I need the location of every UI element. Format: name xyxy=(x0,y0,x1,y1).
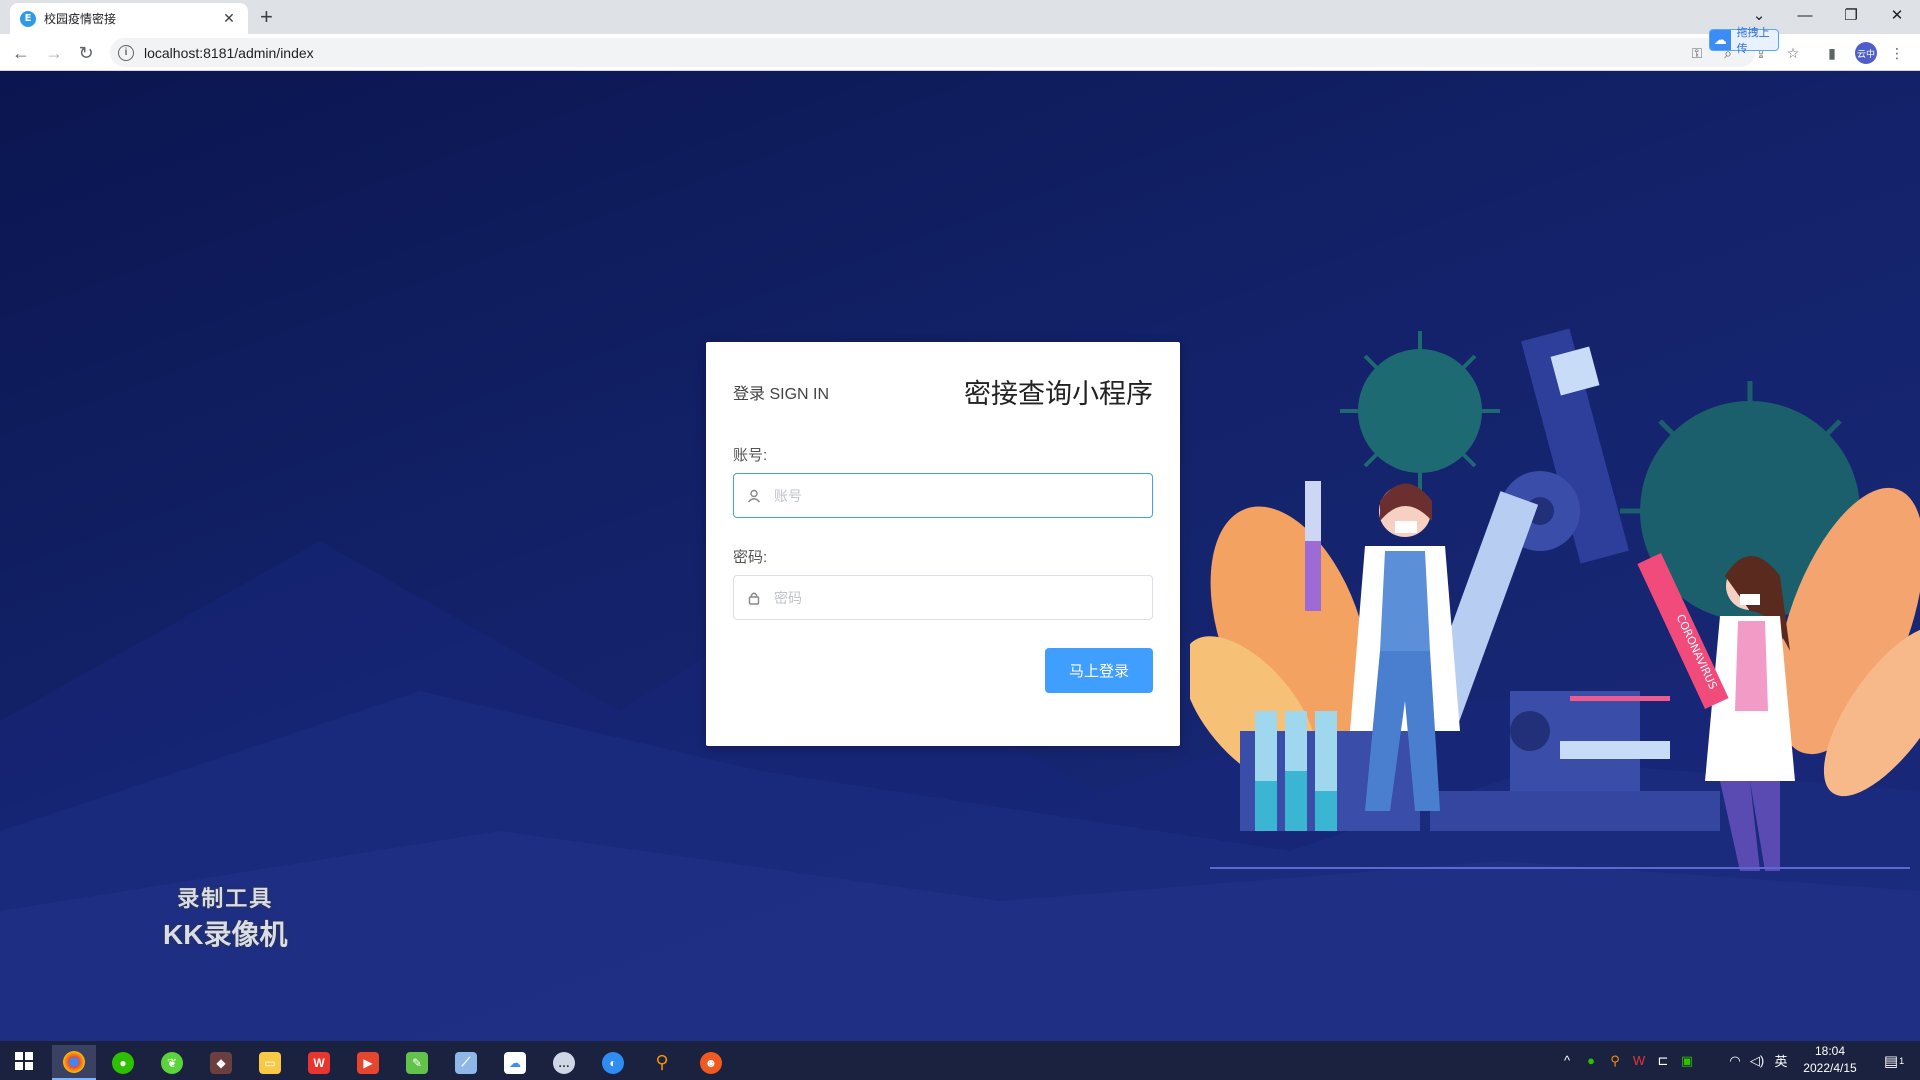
address-bar[interactable]: i localhost:8181/admin/index xyxy=(110,38,1755,67)
browser-toolbar: ← → ↻ i localhost:8181/admin/index ⚿ ⌕ ⇪… xyxy=(0,34,1920,71)
minimize-icon[interactable]: — xyxy=(1782,0,1828,30)
back-icon[interactable]: ← xyxy=(7,39,35,67)
cloud-upload-icon: ☁ xyxy=(1710,30,1731,50)
lab-illustration: CORONAVIRUS xyxy=(1190,328,1920,871)
tray-monitor-icon[interactable]: ▣ xyxy=(1678,1041,1696,1080)
account-label: 账号: xyxy=(733,447,768,464)
password-input[interactable] xyxy=(774,576,1152,619)
taskbar-chat-icon[interactable]: … xyxy=(542,1045,586,1080)
tray-expand-icon[interactable]: ^ xyxy=(1558,1041,1576,1080)
clock-date: 2022/4/15 xyxy=(1803,1061,1857,1075)
password-label: 密码: xyxy=(733,549,768,566)
tray-wps-icon[interactable]: W xyxy=(1630,1041,1648,1080)
windows-start-icon[interactable] xyxy=(0,1041,48,1080)
window-close-icon[interactable]: ✕ xyxy=(1874,0,1920,30)
taskbar-qq-browser-icon[interactable]: ◐ xyxy=(591,1045,635,1080)
tray-search-icon[interactable]: ⚲ xyxy=(1606,1041,1624,1080)
taskbar-search-app-icon[interactable]: ⚲ xyxy=(640,1045,684,1080)
reload-icon[interactable]: ↻ xyxy=(72,39,100,67)
recorder-watermark: 录制工具 KK录像机 xyxy=(163,881,287,953)
taskbar-wechat-icon[interactable]: ● xyxy=(101,1045,145,1080)
taskbar-clock[interactable]: 18:04 2022/4/15 xyxy=(1790,1043,1870,1077)
taskbar-feather-icon[interactable]: ⟋ xyxy=(444,1045,488,1080)
taskbar-leaf-app-icon[interactable]: ❦ xyxy=(150,1045,194,1080)
tray-wechat-icon[interactable]: ● xyxy=(1582,1041,1600,1080)
tray-network-icon[interactable]: ◠ xyxy=(1726,1041,1744,1080)
new-tab-icon[interactable]: + xyxy=(260,4,273,30)
user-icon xyxy=(734,489,774,503)
notification-center-icon[interactable]: ▤ 1 xyxy=(1876,1041,1912,1080)
key-icon[interactable]: ⚿ xyxy=(1688,44,1706,62)
address-url[interactable]: localhost:8181/admin/index xyxy=(144,45,314,61)
taskbar-baidu-netdisk-icon[interactable]: ☁ xyxy=(493,1045,537,1080)
account-input[interactable] xyxy=(774,474,1152,517)
page-viewport: CORONAVIRUS 登录 SIGN IN 密接查询小程序 账号: 密码: 马… xyxy=(0,71,1920,1041)
account-field[interactable] xyxy=(733,473,1153,518)
app-title: 密接查询小程序 xyxy=(964,379,1153,409)
tab-close-icon[interactable]: ✕ xyxy=(220,10,238,27)
tray-volume-icon[interactable]: ◁) xyxy=(1748,1041,1766,1080)
taskbar-chrome-icon[interactable] xyxy=(52,1045,96,1080)
menu-kebab-icon[interactable]: ⋮ xyxy=(1888,44,1906,62)
clock-time: 18:04 xyxy=(1814,1044,1846,1058)
password-field[interactable] xyxy=(733,575,1153,620)
tab-title: 校园疫情密接 xyxy=(44,12,117,26)
taskbar-wps-icon[interactable]: W xyxy=(297,1045,341,1080)
browser-tab-strip: E 校园疫情密接 ✕ + ⌄ — ❐ ✕ xyxy=(0,0,1920,34)
login-card-header: 登录 SIGN IN 密接查询小程序 xyxy=(733,372,1153,411)
side-panel-icon[interactable]: ▮ xyxy=(1823,44,1841,62)
taskbar-recorder-icon[interactable]: ☻ xyxy=(689,1045,733,1080)
tab-favicon-icon: E xyxy=(20,10,36,27)
virus-icon xyxy=(1340,331,1500,491)
sign-in-heading: 登录 SIGN IN xyxy=(733,385,830,403)
watermark-line-1: 录制工具 xyxy=(177,886,274,911)
upload-widget-label: 拖拽上传 xyxy=(1736,27,1770,55)
forward-icon[interactable]: → xyxy=(40,39,68,67)
login-card: 登录 SIGN IN 密接查询小程序 账号: 密码: 马上登录 xyxy=(706,342,1180,746)
lock-icon xyxy=(734,591,774,605)
login-submit-button[interactable]: 马上登录 xyxy=(1045,648,1153,693)
taskbar-game-icon[interactable]: ◆ xyxy=(199,1045,243,1080)
taskbar-file-explorer-icon[interactable]: ▭ xyxy=(248,1045,292,1080)
site-info-icon[interactable]: i xyxy=(118,44,134,61)
restore-icon[interactable]: ❐ xyxy=(1828,0,1874,30)
upload-widget[interactable]: ☁ 拖拽上传 xyxy=(1709,27,1779,55)
windows-taskbar: ● ❦ ◆ ▭ W ▶ ✎ ⟋ ☁ … ◐ ⚲ ☻ ^ ● ⚲ W ⊏ ▣ ◠ … xyxy=(0,1041,1920,1080)
tray-ime-indicator[interactable]: 英 xyxy=(1772,1041,1790,1080)
taskbar-player-icon[interactable]: ▶ xyxy=(346,1045,390,1080)
bookmark-star-icon[interactable]: ☆ xyxy=(1784,44,1802,62)
profile-avatar[interactable]: 云中 xyxy=(1855,42,1877,64)
notification-count: 1 xyxy=(1899,1055,1905,1066)
tray-usb-icon[interactable]: ⊏ xyxy=(1654,1041,1672,1080)
browser-tab[interactable]: E 校园疫情密接 ✕ xyxy=(10,3,248,34)
taskbar-notepad-icon[interactable]: ✎ xyxy=(395,1045,439,1080)
watermark-line-2: KK录像机 xyxy=(163,919,288,950)
